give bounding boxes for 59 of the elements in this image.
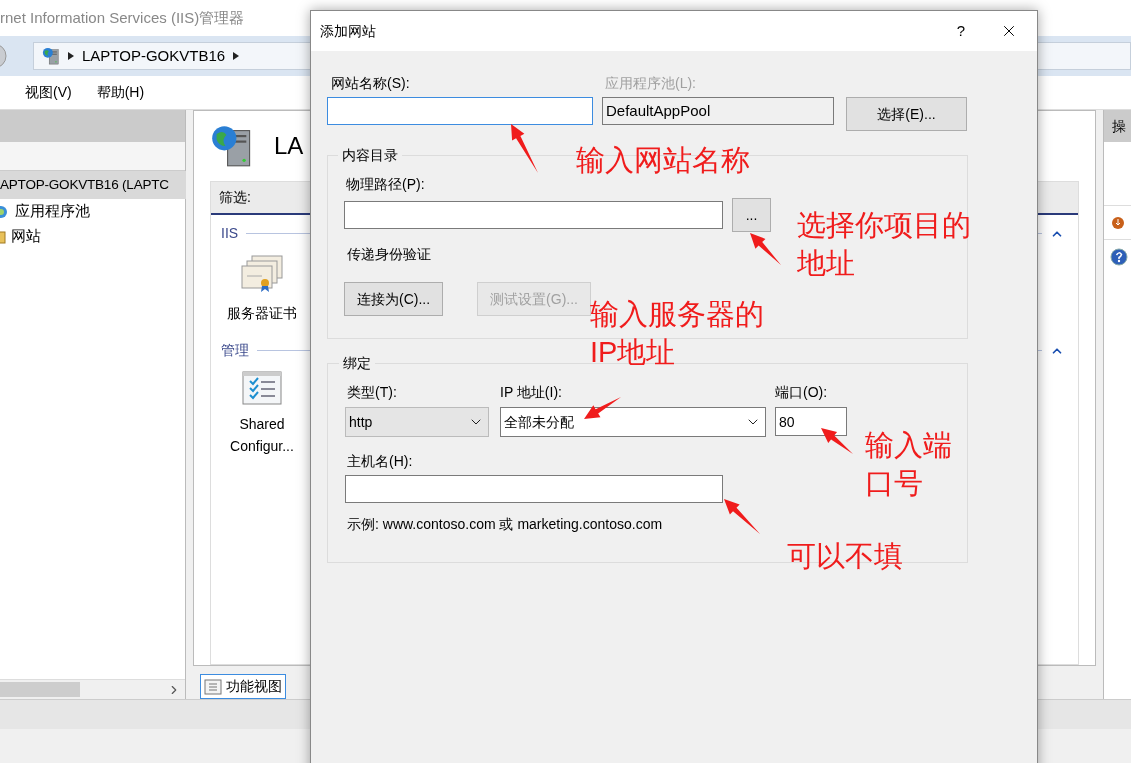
annotation-text: IP地址 [590, 335, 676, 370]
site-name-field[interactable] [327, 97, 593, 125]
arrow [750, 233, 781, 265]
annotation-text: 地址 [797, 246, 855, 281]
group-heading: IIS [221, 224, 239, 243]
feature-label[interactable]: Shared Configur... [221, 413, 303, 457]
arrow [724, 499, 760, 534]
page-heading: LA [274, 131, 304, 161]
feature-label[interactable]: 服务器证书 [227, 302, 297, 324]
host-name-field[interactable] [345, 475, 723, 503]
help-icon[interactable] [1110, 248, 1128, 266]
field-label: 端口(O): [775, 383, 829, 402]
tree-item[interactable]: APTOP-GOKVTB16 (LAPTC [0, 171, 186, 199]
physical-path-field[interactable] [344, 201, 723, 229]
port-field[interactable]: 80 [775, 407, 847, 436]
field-label: 主机名(H): [346, 452, 414, 471]
group-title: 内容目录 [341, 146, 399, 165]
example-text: 示例: www.contoso.com 或 marketing.contoso.com [346, 515, 663, 534]
checklist-icon [242, 371, 282, 405]
arrow [584, 397, 621, 419]
field-label: 应用程序池(L): [604, 74, 697, 93]
field-label: 物理路径(P): [345, 175, 426, 194]
scrollbar-thumb[interactable] [0, 682, 80, 697]
dialog-button[interactable]: 连接为(C)... [344, 282, 444, 316]
annotation-text: 输入网站名称 [576, 143, 750, 178]
annotation-text: 选择你项目的 [797, 208, 971, 243]
field-label: 类型(T): [346, 383, 398, 402]
field-label: 传递身份验证 [346, 245, 431, 264]
annotation-text: 输入端 [865, 428, 952, 463]
ip-dropdown[interactable]: 全部未分配 [500, 407, 766, 437]
panel-title: 操 [1112, 116, 1126, 136]
tree-item[interactable]: 网站 [0, 224, 185, 249]
select-button[interactable]: 选择(E)... [846, 97, 967, 131]
alert-icon[interactable] [1111, 215, 1125, 230]
breadcrumb-arrow-icon [233, 52, 240, 60]
breadcrumb-item[interactable]: LAPTOP-GOKVTB16 [82, 44, 226, 68]
arrow [511, 124, 538, 173]
server-icon [42, 47, 60, 65]
features-view-tab[interactable]: 功能视图 [200, 674, 286, 699]
annotation-text: 口号 [865, 466, 923, 501]
menu-item[interactable]: 帮助(H) [96, 82, 145, 103]
help-button[interactable]: ? [941, 19, 981, 43]
dialog-title: 添加网站 [320, 21, 376, 41]
browse-button[interactable]: ... [732, 198, 771, 232]
annotation-text: 可以不填 [787, 539, 903, 574]
breadcrumb-arrow-icon [68, 52, 74, 60]
tree-item[interactable]: 应用程序池 [0, 199, 185, 224]
arrow [821, 428, 853, 454]
menu-item[interactable]: 视图(V) [25, 82, 72, 103]
group-heading: 管理 [221, 341, 249, 360]
group-title: 绑定 [342, 354, 372, 373]
window-title: rnet Information Services (IIS)管理器 [0, 7, 245, 28]
list-view-icon [204, 678, 222, 695]
annotation-text: 输入服务器的 [590, 297, 764, 332]
app-pool-icon [0, 203, 10, 220]
field-label: IP 地址(I): [500, 383, 563, 402]
filter-label: 筛选: [219, 188, 251, 207]
field-label: 网站名称(S): [330, 74, 411, 93]
certificate-icon [240, 254, 284, 294]
